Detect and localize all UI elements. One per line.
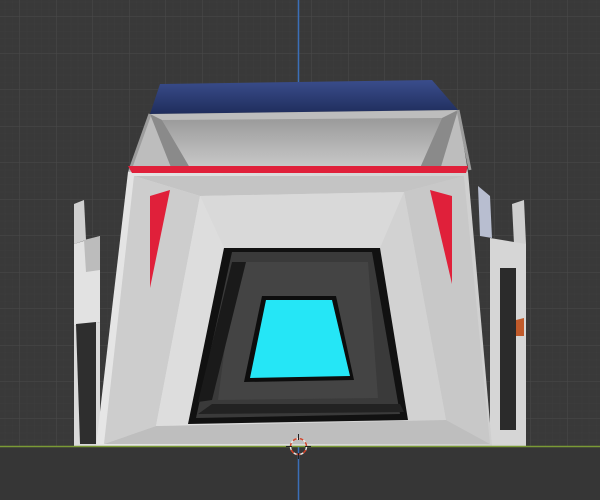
right-side-fin-outer	[512, 200, 526, 244]
left-side-bevel	[84, 236, 100, 272]
roof-top	[150, 80, 458, 114]
left-side-fin	[74, 200, 86, 244]
red-accent-stripe	[128, 166, 468, 173]
model-object[interactable]	[74, 80, 526, 446]
roof-recess	[162, 118, 442, 168]
inner-top-panel	[200, 192, 404, 248]
3d-viewport[interactable]	[0, 0, 600, 500]
right-dark-slot	[500, 268, 516, 430]
right-orange-marker	[516, 318, 524, 336]
viewport-canvas[interactable]	[0, 0, 600, 500]
